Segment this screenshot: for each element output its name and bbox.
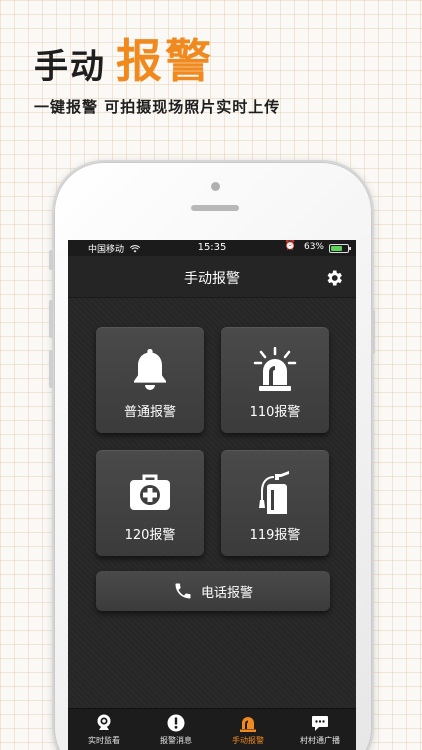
- alarm-icon: ⏰: [284, 241, 296, 251]
- page-title: 手动报警: [184, 271, 240, 287]
- tab-label: 村村通广播: [300, 736, 340, 745]
- nav-bar: 手动报警: [68, 256, 356, 298]
- tab-bar: 实时监看 报警消息 手动报警 村村通广播: [68, 708, 356, 750]
- tile-label: 120报警: [124, 528, 176, 543]
- phone-alarm-label: 电话报警: [200, 585, 253, 601]
- tab-live-monitor[interactable]: 实时监看: [68, 709, 140, 750]
- battery-icon: [329, 244, 351, 253]
- power-button: [371, 310, 375, 354]
- tile-label: 119报警: [249, 528, 301, 543]
- volume-up-button: [49, 300, 53, 338]
- promo-headline: 手动 报警: [34, 38, 214, 84]
- front-camera: [211, 182, 220, 191]
- first-aid-kit-icon: [130, 474, 170, 510]
- chat-icon: [312, 716, 328, 731]
- siren-icon: [253, 347, 297, 391]
- ordinary-alarm-button[interactable]: 普通报警: [96, 327, 204, 433]
- phone-icon: [175, 583, 191, 599]
- fire-extinguisher-icon: [259, 471, 289, 514]
- app-screen: 中国移动 15:35 ⏰ 63% 手动报警 普通报警 110报警 120报警 1…: [68, 240, 356, 750]
- battery-percent: 63%: [303, 242, 324, 252]
- headline-part2: 报警: [116, 34, 214, 88]
- tab-label: 手动报警: [232, 736, 264, 745]
- tab-label: 实时监看: [88, 736, 120, 745]
- headline-part1: 手动: [34, 47, 106, 87]
- tab-alarm-messages[interactable]: 报警消息: [140, 709, 212, 750]
- fire-119-button[interactable]: 119报警: [221, 450, 329, 556]
- ambulance-120-button[interactable]: 120报警: [96, 450, 204, 556]
- police-110-button[interactable]: 110报警: [221, 327, 329, 433]
- alert-icon: [167, 714, 185, 732]
- tab-manual-alarm[interactable]: 手动报警: [212, 709, 284, 750]
- tab-label: 报警消息: [160, 736, 192, 745]
- alarm-grid: 普通报警 110报警 120报警 119报警 电话报警: [68, 298, 356, 708]
- mute-switch: [49, 250, 53, 270]
- siren-icon: [240, 717, 256, 732]
- promo-subline: 一键报警 可拍摄现场照片实时上传: [34, 98, 281, 116]
- tile-label: 普通报警: [123, 405, 176, 420]
- status-bar: 中国移动 15:35 ⏰ 63%: [68, 240, 356, 256]
- phone-alarm-button[interactable]: 电话报警: [96, 571, 330, 611]
- earpiece-speaker: [191, 205, 239, 211]
- bell-icon: [134, 349, 166, 390]
- camera-icon: [97, 714, 111, 730]
- tile-label: 110报警: [249, 405, 301, 420]
- volume-down-button: [49, 350, 53, 388]
- gear-icon[interactable]: [324, 268, 344, 288]
- tab-village-broadcast[interactable]: 村村通广播: [284, 709, 356, 750]
